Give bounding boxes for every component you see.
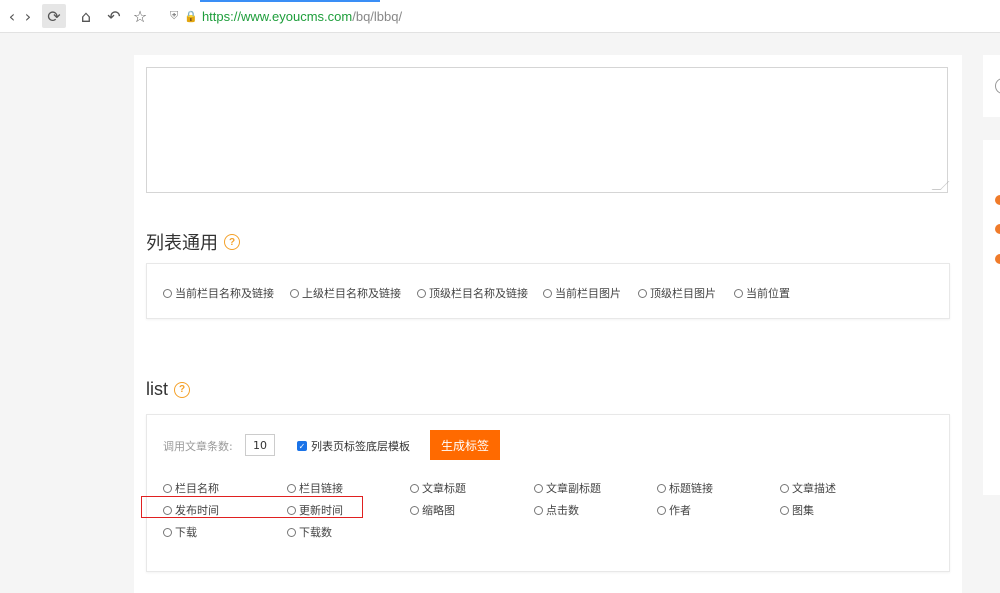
list-options-box: 调用文章条数: 10 ✓ 列表页标签底层模板 生成标签 栏目名称 栏目链接 文章… bbox=[141, 414, 950, 572]
radio-option[interactable]: 文章描述 bbox=[780, 480, 836, 496]
radio-option[interactable]: 当前栏目名称及链接 bbox=[163, 285, 274, 301]
reload-icon[interactable]: ⟳ bbox=[42, 4, 66, 28]
radio-option[interactable]: 点击数 bbox=[534, 502, 579, 518]
radio-circle-icon bbox=[657, 483, 666, 493]
radio-circle-icon bbox=[410, 505, 419, 515]
radio-option[interactable]: 顶级栏目图片 bbox=[638, 285, 716, 301]
radio-circle-icon bbox=[734, 288, 743, 298]
resize-handle-icon[interactable] bbox=[931, 181, 950, 190]
radio-circle-icon bbox=[287, 483, 296, 493]
sidebar-card bbox=[983, 140, 1000, 495]
count-label: 调用文章条数: bbox=[163, 440, 233, 453]
main-panel: 列表通用 ? 当前栏目名称及链接 上级栏目名称及链接 顶级栏目名称及链接 当前栏… bbox=[134, 55, 962, 593]
lock-icon: 🔒 bbox=[184, 10, 198, 23]
radio-circle-icon bbox=[638, 288, 647, 298]
checkbox-checked-icon[interactable]: ✓ bbox=[297, 441, 307, 451]
help-icon[interactable]: ? bbox=[224, 234, 240, 250]
radio-circle-icon bbox=[163, 288, 172, 298]
highlight-annotation bbox=[141, 496, 363, 518]
sidebar-dot-icon bbox=[995, 254, 1000, 264]
generate-tag-button[interactable]: 生成标签 bbox=[430, 430, 500, 460]
radio-option[interactable]: 上级栏目名称及链接 bbox=[290, 285, 401, 301]
forward-icon[interactable]: › bbox=[16, 4, 40, 28]
code-textarea[interactable] bbox=[146, 67, 950, 193]
radio-option[interactable]: 文章副标题 bbox=[534, 480, 601, 496]
section-title-list: list ? bbox=[146, 379, 190, 400]
radio-circle-icon bbox=[410, 483, 419, 493]
star-icon[interactable]: ☆ bbox=[128, 4, 152, 28]
radio-option[interactable]: 栏目链接 bbox=[287, 480, 343, 496]
section-title-text: 列表通用 bbox=[146, 233, 218, 253]
radio-option[interactable]: 当前位置 bbox=[734, 285, 790, 301]
section-title-list-general: 列表通用 ? bbox=[146, 229, 240, 255]
radio-option[interactable]: 当前栏目图片 bbox=[543, 285, 621, 301]
radio-option[interactable]: 文章标题 bbox=[410, 480, 466, 496]
undo-icon[interactable]: ↶ bbox=[102, 4, 126, 28]
radio-circle-icon bbox=[780, 505, 789, 515]
radio-circle-icon bbox=[287, 527, 296, 537]
radio-option[interactable]: 图集 bbox=[780, 502, 814, 518]
help-icon[interactable]: ? bbox=[174, 381, 190, 398]
radio-circle-icon bbox=[417, 288, 426, 298]
radio-circle-icon bbox=[657, 505, 666, 515]
radio-option[interactable]: 下载 bbox=[163, 524, 197, 540]
url-path: /bq/lbbq/ bbox=[352, 8, 403, 24]
sidebar-dot-icon bbox=[995, 195, 1000, 205]
radio-circle-icon bbox=[534, 483, 543, 493]
browser-toolbar: ‹ › ⟳ ⌂ ↶ ☆ ⛨ 🔒 https://www.eyoucms.com … bbox=[0, 0, 1000, 33]
count-input[interactable]: 10 bbox=[245, 434, 275, 456]
radio-circle-icon bbox=[543, 288, 552, 298]
home-icon[interactable]: ⌂ bbox=[74, 4, 98, 28]
radio-option[interactable]: 缩略图 bbox=[410, 502, 455, 518]
url-host: https://www.eyoucms.com bbox=[201, 8, 353, 24]
radio-option[interactable]: 标题链接 bbox=[657, 480, 713, 496]
radio-circle-icon bbox=[163, 483, 172, 493]
template-checkbox[interactable]: ✓ 列表页标签底层模板 bbox=[297, 438, 410, 454]
radio-option[interactable]: 下载数 bbox=[287, 524, 332, 540]
radio-circle-icon bbox=[163, 527, 172, 537]
radio-option[interactable]: 顶级栏目名称及链接 bbox=[417, 285, 528, 301]
radio-option[interactable]: 作者 bbox=[657, 502, 691, 518]
section-title-text: list bbox=[146, 379, 168, 399]
list-general-options-box: 当前栏目名称及链接 上级栏目名称及链接 顶级栏目名称及链接 当前栏目图片 顶级栏… bbox=[146, 263, 950, 319]
radio-circle-icon bbox=[534, 505, 543, 515]
active-tab-indicator bbox=[200, 0, 380, 2]
address-bar[interactable]: ⛨ 🔒 https://www.eyoucms.com /bq/lbbq/ bbox=[170, 6, 402, 26]
radio-option[interactable]: 栏目名称 bbox=[163, 480, 219, 496]
radio-circle-icon bbox=[290, 288, 299, 298]
sidebar-dot-icon bbox=[995, 224, 1000, 234]
radio-circle-icon bbox=[780, 483, 789, 493]
shield-icon: ⛨ bbox=[170, 9, 179, 22]
